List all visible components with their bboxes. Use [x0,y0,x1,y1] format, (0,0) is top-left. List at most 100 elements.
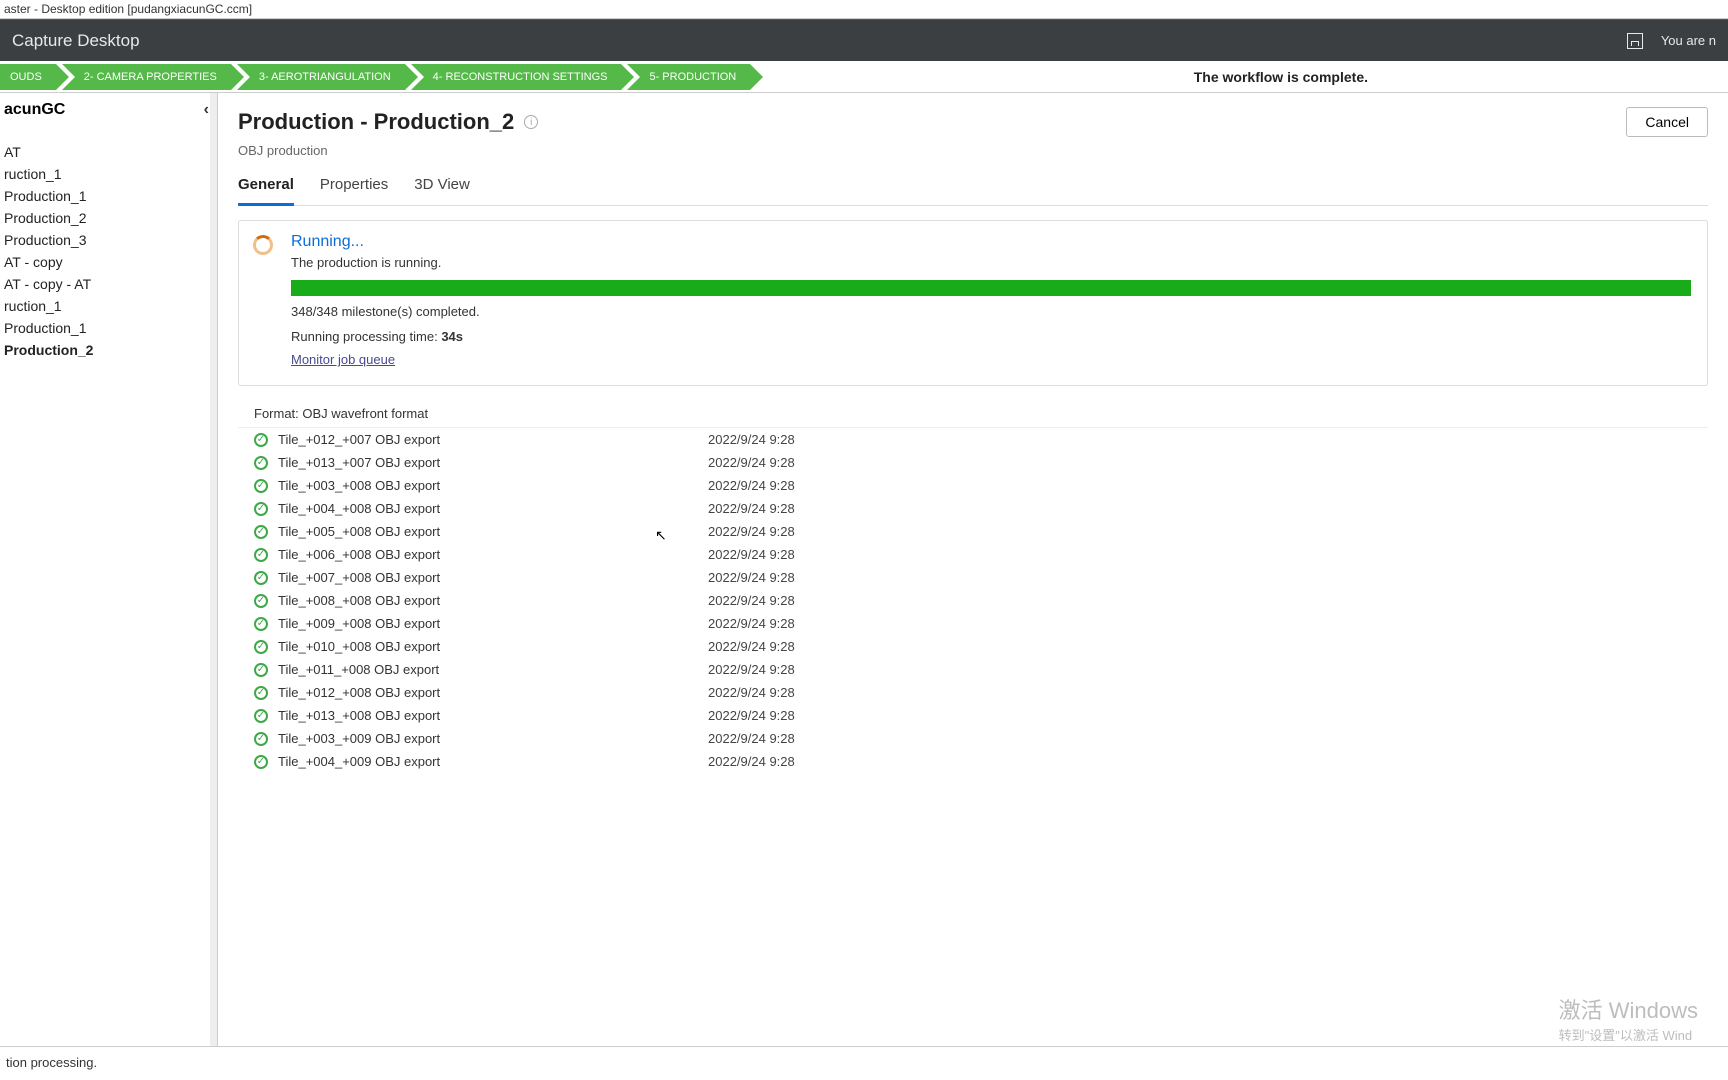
check-icon: ✓ [254,686,268,700]
check-icon: ✓ [254,433,268,447]
tile-row[interactable]: ✓ Tile_+004_+008 OBJ export2022/9/24 9:28 [238,497,1708,520]
check-icon: ✓ [254,594,268,608]
tile-date: 2022/9/24 9:28 [708,570,795,585]
sidebar-title: acunGC [4,101,65,119]
sidebar-item[interactable]: AT - copy - AT [0,273,217,295]
sidebar-collapse-icon[interactable]: ‹ [204,101,209,119]
tile-row[interactable]: ✓ Tile_+013_+008 OBJ export2022/9/24 9:28 [238,704,1708,727]
check-icon: ✓ [254,525,268,539]
tile-date: 2022/9/24 9:28 [708,501,795,516]
status-title: Running... [291,233,1691,251]
main-panel: Production - Production_2 i Cancel OBJ p… [218,93,1728,1046]
monitor-job-queue-link[interactable]: Monitor job queue [291,352,395,367]
status-bar: tion processing. [0,1046,1728,1080]
sidebar-item[interactable]: Production_3 [0,229,217,251]
app-header: Capture Desktop You are n [0,19,1728,61]
page-title: Production - Production_2 [238,109,514,135]
workflow-step[interactable]: 3- AEROTRIANGULATION [237,64,405,90]
tile-name: Tile_+007_+008 OBJ export [278,570,708,585]
sidebar-item[interactable]: ruction_1 [0,163,217,185]
tile-date: 2022/9/24 9:28 [708,593,795,608]
check-icon: ✓ [254,548,268,562]
tile-name: Tile_+004_+008 OBJ export [278,501,708,516]
info-icon[interactable]: i [524,115,538,129]
workflow-step[interactable]: 2- CAMERA PROPERTIES [62,64,231,90]
workflow-step[interactable]: 5- PRODUCTION [627,64,750,90]
tile-row[interactable]: ✓Tile_+011_+008 OBJ export2022/9/24 9:28 [238,658,1708,681]
runtime-row: Running processing time: 34s [291,329,1691,344]
tile-row[interactable]: ✓ Tile_+008_+008 OBJ export2022/9/24 9:28 [238,589,1708,612]
progress-bar [291,280,1691,296]
tile-name: Tile_+003_+008 OBJ export [278,478,708,493]
tile-name: Tile_+003_+009 OBJ export [278,731,708,746]
tab-3d-view[interactable]: 3D View [414,172,470,205]
tile-row[interactable]: ✓Tile_+012_+008 OBJ export2022/9/24 9:28 [238,681,1708,704]
tile-row[interactable]: ✓ Tile_+005_+008 OBJ export2022/9/24 9:28 [238,520,1708,543]
tile-date: 2022/9/24 9:28 [708,639,795,654]
tile-name: Tile_+004_+009 OBJ export [278,754,708,769]
tile-row[interactable]: ✓ Tile_+006_+008 OBJ export2022/9/24 9:28 [238,543,1708,566]
tile-row[interactable]: ✓ Tile_+013_+007 OBJ export2022/9/24 9:28 [238,451,1708,474]
tile-date: 2022/9/24 9:28 [708,524,795,539]
tile-list[interactable]: ✓Tile_+012_+007 OBJ export2022/9/24 9:28… [238,427,1708,773]
tab-properties[interactable]: Properties [320,172,388,205]
tile-name: Tile_+011_+008 OBJ export [278,662,708,677]
format-row: Format: OBJ wavefront format [238,400,1708,427]
tile-date: 2022/9/24 9:28 [708,708,795,723]
cancel-button[interactable]: Cancel [1626,107,1708,137]
tile-name: Tile_+010_+008 OBJ export [278,639,708,654]
tile-row[interactable]: ✓ Tile_+003_+008 OBJ export2022/9/24 9:28 [238,474,1708,497]
tile-row[interactable]: ✓ Tile_+004_+009 OBJ export2022/9/24 9:28 [238,750,1708,773]
status-panel: Running... The production is running. 34… [238,220,1708,386]
save-icon[interactable] [1627,33,1643,49]
tile-date: 2022/9/24 9:28 [708,731,795,746]
runtime-value: 34s [441,329,463,344]
status-description: The production is running. [291,255,1691,270]
tile-date: 2022/9/24 9:28 [708,685,795,700]
tile-row[interactable]: ✓Tile_+003_+009 OBJ export2022/9/24 9:28 [238,727,1708,750]
workflow-step[interactable]: OUDS [0,64,56,90]
sidebar-item[interactable]: Production_1 [0,185,217,207]
login-status-text: You are n [1661,33,1716,48]
sidebar-item[interactable]: AT - copy [0,251,217,273]
sidebar-item[interactable]: AT [0,141,217,163]
tile-date: 2022/9/24 9:28 [708,547,795,562]
tile-date: 2022/9/24 9:28 [708,478,795,493]
tile-name: Tile_+008_+008 OBJ export [278,593,708,608]
app-name: Capture Desktop [12,31,140,51]
tile-date: 2022/9/24 9:28 [708,432,795,447]
tile-date: 2022/9/24 9:28 [708,754,795,769]
check-icon: ✓ [254,617,268,631]
tile-name: Tile_+012_+007 OBJ export [278,432,708,447]
tile-row[interactable]: ✓ Tile_+010_+008 OBJ export2022/9/24 9:28 [238,635,1708,658]
sidebar-scrollbar[interactable] [210,93,217,1046]
tile-row[interactable]: ✓ Tile_+009_+008 OBJ export2022/9/24 9:28 [238,612,1708,635]
check-icon: ✓ [254,755,268,769]
check-icon: ✓ [254,479,268,493]
tile-name: Tile_+013_+007 OBJ export [278,455,708,470]
check-icon: ✓ [254,640,268,654]
workflow-step[interactable]: 4- RECONSTRUCTION SETTINGS [411,64,622,90]
check-icon: ✓ [254,456,268,470]
tile-date: 2022/9/24 9:28 [708,616,795,631]
tile-name: Tile_+006_+008 OBJ export [278,547,708,562]
sidebar-item[interactable]: Production_1 [0,317,217,339]
check-icon: ✓ [254,663,268,677]
tab-general[interactable]: General [238,172,294,206]
window-title: aster - Desktop edition [pudangxiacunGC.… [0,0,1728,19]
tile-row[interactable]: ✓ Tile_+007_+008 OBJ export2022/9/24 9:28 [238,566,1708,589]
check-icon: ✓ [254,709,268,723]
sidebar-item[interactable]: Production_2 [0,207,217,229]
tile-name: Tile_+009_+008 OBJ export [278,616,708,631]
sidebar-item[interactable]: Production_2 [0,339,217,361]
workflow-message: The workflow is complete. [1194,69,1368,85]
tile-date: 2022/9/24 9:28 [708,455,795,470]
sidebar-item[interactable]: ruction_1 [0,295,217,317]
check-icon: ✓ [254,571,268,585]
check-icon: ✓ [254,502,268,516]
milestones-text: 348/348 milestone(s) completed. [291,304,1691,319]
runtime-label: Running processing time: [291,329,441,344]
tile-row[interactable]: ✓ Tile_+012_+007 OBJ export2022/9/24 9:28 [238,428,1708,451]
tile-name: Tile_+005_+008 OBJ export [278,524,708,539]
tile-name: Tile_+013_+008 OBJ export [278,708,708,723]
